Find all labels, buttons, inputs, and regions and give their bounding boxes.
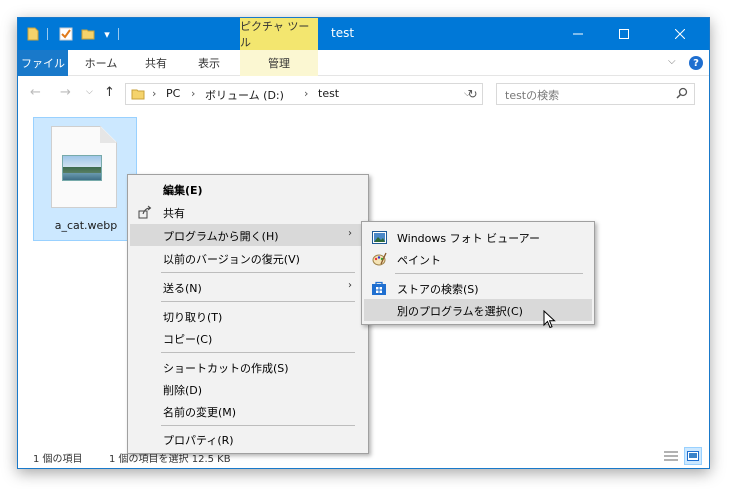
menu-separator xyxy=(161,272,355,273)
submenu-arrow-icon: › xyxy=(348,280,352,291)
mouse-cursor-icon xyxy=(543,309,557,333)
recent-locations-icon[interactable]: ⌵ xyxy=(86,87,93,97)
breadcrumb-separator[interactable]: › xyxy=(304,87,308,100)
menu-item-properties[interactable]: プロパティ(R) xyxy=(130,428,366,450)
minimize-button[interactable] xyxy=(555,18,601,50)
menu-item-rename[interactable]: 名前の変更(M) xyxy=(130,400,366,422)
ribbon-tabs: ファイル ホーム 共有 表示 管理 ⌵ ? xyxy=(18,50,709,76)
submenu-arrow-icon: › xyxy=(348,228,352,239)
tab-home[interactable]: ホーム xyxy=(74,50,128,76)
breadcrumb-separator[interactable]: › xyxy=(152,87,156,100)
back-button[interactable]: ← xyxy=(30,85,41,100)
ribbon-expand-icon[interactable]: ⌵ xyxy=(668,56,676,67)
photo-viewer-icon xyxy=(371,229,387,245)
breadcrumb-pc[interactable]: PC xyxy=(166,87,180,100)
menu-item-restore-versions[interactable]: 以前のバージョンの復元(V) xyxy=(130,247,366,269)
menu-item-delete[interactable]: 削除(D) xyxy=(130,378,366,400)
menu-separator xyxy=(161,425,355,426)
menu-separator xyxy=(161,301,355,302)
search-box[interactable]: testの検索 xyxy=(496,83,695,105)
submenu-item-choose-program[interactable]: 別のプログラムを選択(C) xyxy=(364,299,592,321)
share-icon xyxy=(137,204,153,220)
folder-app-icon[interactable] xyxy=(26,26,40,42)
menu-item-cut[interactable]: 切り取り(T) xyxy=(130,305,366,327)
menu-item-open-with[interactable]: プログラムから開く(H) › xyxy=(130,224,366,246)
window-title: test xyxy=(331,26,355,40)
forward-button[interactable]: → xyxy=(60,85,71,100)
title-bar: ▾ ピクチャ ツール test xyxy=(18,18,709,50)
menu-item-share[interactable]: 共有 xyxy=(130,201,366,223)
menu-separator xyxy=(161,352,355,353)
file-name[interactable]: a_cat.webp xyxy=(34,219,138,232)
maximize-button[interactable] xyxy=(601,18,647,50)
menu-item-edit[interactable]: 編集(E) xyxy=(130,178,366,200)
help-icon[interactable]: ? xyxy=(689,56,703,70)
new-folder-icon[interactable] xyxy=(80,26,96,42)
breadcrumb-test[interactable]: test xyxy=(318,87,339,100)
up-button[interactable]: ↑ xyxy=(104,85,115,100)
menu-item-create-shortcut[interactable]: ショートカットの作成(S) xyxy=(130,356,366,378)
large-icons-view-icon[interactable] xyxy=(684,447,702,465)
address-bar[interactable]: › PC › ボリューム (D:) › test ⌵ xyxy=(125,83,483,105)
navigation-bar: ← → ⌵ ↑ › PC › ボリューム (D:) › test ⌵ ↻ tes… xyxy=(18,77,709,111)
breadcrumb-separator[interactable]: › xyxy=(191,87,195,100)
qat-dropdown-icon[interactable]: ▾ xyxy=(102,26,112,42)
properties-icon[interactable] xyxy=(58,26,74,42)
contextual-tab-header: ピクチャ ツール xyxy=(240,18,318,50)
folder-icon xyxy=(131,87,145,104)
thumbnail-preview xyxy=(62,155,102,181)
tab-share[interactable]: 共有 xyxy=(134,50,178,76)
menu-item-copy[interactable]: コピー(C) xyxy=(130,327,366,349)
submenu-item-photo-viewer[interactable]: Windows フォト ビューアー xyxy=(364,226,592,248)
submenu-item-store-search[interactable]: ストアの検索(S) xyxy=(364,277,592,299)
tab-view[interactable]: 表示 xyxy=(184,50,234,76)
store-icon xyxy=(371,280,387,296)
menu-separator xyxy=(395,273,583,274)
menu-item-send-to[interactable]: 送る(N) › xyxy=(130,276,366,298)
paint-icon xyxy=(371,251,387,267)
tab-file[interactable]: ファイル xyxy=(18,50,68,76)
refresh-button[interactable]: ↻ xyxy=(463,83,483,105)
close-button[interactable] xyxy=(657,18,703,50)
context-menu: 編集(E) 共有 プログラムから開く(H) › 以前のバージョンの復元(V) 送… xyxy=(127,174,369,454)
file-item[interactable]: a_cat.webp xyxy=(33,117,137,241)
open-with-submenu: Windows フォト ビューアー ペイント ストアの検索(S) 別のプログラム… xyxy=(361,221,595,325)
search-input[interactable]: testの検索 xyxy=(505,87,559,103)
status-item-count: 1 個の項目 xyxy=(33,454,83,465)
search-icon[interactable] xyxy=(676,87,688,102)
breadcrumb-volume[interactable]: ボリューム (D:) xyxy=(205,87,284,103)
details-view-icon[interactable] xyxy=(662,447,680,465)
tab-manage[interactable]: 管理 xyxy=(240,50,318,76)
submenu-item-paint[interactable]: ペイント xyxy=(364,248,592,270)
